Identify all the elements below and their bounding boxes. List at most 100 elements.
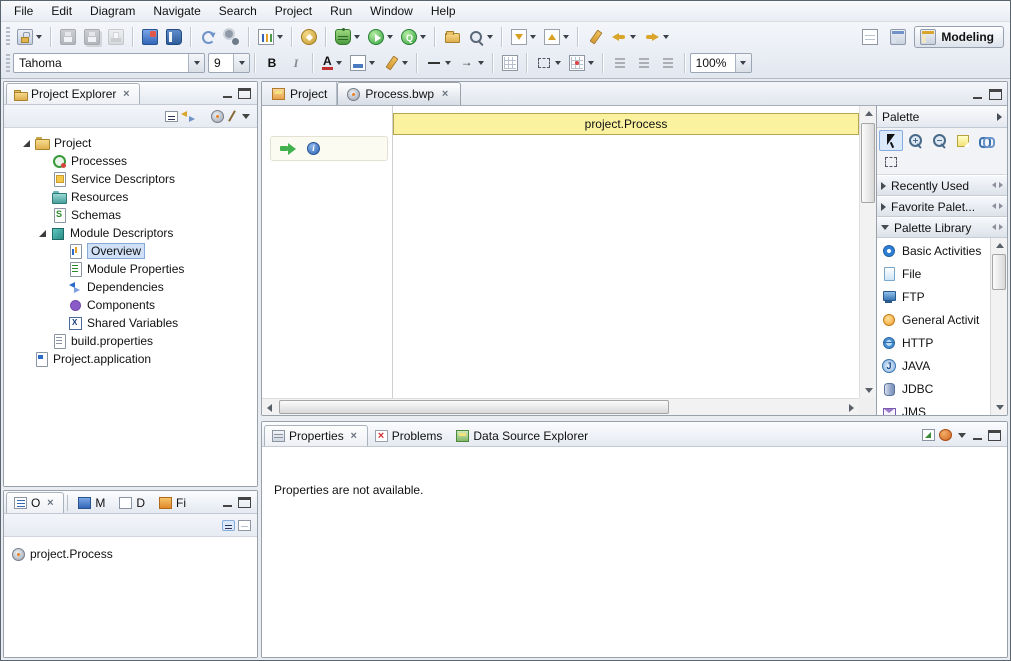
pin-icon[interactable] [227, 110, 237, 123]
save-all-button[interactable] [80, 25, 104, 49]
import-button[interactable] [162, 25, 186, 49]
tree-item-project[interactable]: Project [4, 134, 257, 152]
zoom-in-tool[interactable] [903, 130, 927, 151]
pin-section-icon[interactable] [992, 223, 1003, 232]
minimize-icon[interactable] [221, 497, 234, 508]
view-menu-icon[interactable] [240, 111, 251, 122]
minimize-icon[interactable] [221, 88, 234, 99]
tab-process-bwp[interactable]: Process.bwp [337, 82, 461, 105]
last-edit-button[interactable] [583, 25, 607, 49]
tree-item-build-properties[interactable]: build.properties [4, 332, 257, 350]
previous-annotation-button[interactable] [540, 25, 573, 49]
toolbar-grip[interactable] [6, 54, 10, 73]
close-icon[interactable] [348, 430, 360, 442]
bold-button[interactable]: B [260, 51, 284, 75]
run-button[interactable] [364, 25, 397, 49]
menu-navigate[interactable]: Navigate [144, 2, 209, 20]
palette-item-http[interactable]: HTTP [877, 331, 990, 354]
align-center-button[interactable] [632, 51, 656, 75]
horizontal-scrollbar[interactable] [262, 398, 859, 415]
scroll-up-icon[interactable] [861, 106, 876, 121]
link-tool[interactable] [975, 130, 999, 151]
customize-button[interactable] [858, 25, 882, 49]
font-size-combo[interactable]: 9 [208, 53, 250, 73]
palette-item-jms[interactable]: JMS [877, 400, 990, 415]
view-menu-icon[interactable] [956, 430, 967, 441]
tab-data-source-explorer[interactable]: Data Source Explorer [449, 425, 595, 446]
expand-twisty-icon[interactable] [22, 139, 31, 148]
tab-m[interactable]: M [71, 492, 112, 513]
palette-item-jdbc[interactable]: JDBC [877, 377, 990, 400]
menu-diagram[interactable]: Diagram [81, 2, 144, 20]
tab-project-editor[interactable]: Project [263, 82, 337, 105]
expand-twisty-icon[interactable] [38, 229, 47, 238]
tree-item-module-descriptors[interactable]: Module Descriptors [4, 224, 257, 242]
italic-button[interactable]: I [284, 51, 308, 75]
overview-mode-icon[interactable] [238, 520, 251, 531]
open-resource-button[interactable] [440, 25, 464, 49]
minimize-icon[interactable] [971, 430, 984, 441]
palette-section-library[interactable]: Palette Library [877, 217, 1007, 238]
combo-arrow[interactable] [735, 54, 751, 72]
align-right-button[interactable] [656, 51, 680, 75]
show-grid-button[interactable] [498, 51, 522, 75]
profile-button[interactable] [397, 25, 430, 49]
pin-section-icon[interactable] [992, 202, 1003, 211]
tab-fi[interactable]: Fi [152, 492, 193, 513]
menu-run[interactable]: Run [321, 2, 361, 20]
line-color-button[interactable] [379, 51, 412, 75]
minimize-icon[interactable] [971, 89, 984, 100]
refresh-button[interactable] [196, 25, 220, 49]
tab-outline[interactable]: O [6, 492, 64, 513]
tab-d[interactable]: D [112, 492, 152, 513]
new-wizard-button[interactable] [13, 25, 46, 49]
maximize-icon[interactable] [988, 430, 1001, 441]
tree-item-shared-variables[interactable]: Shared Variables [4, 314, 257, 332]
process-canvas[interactable]: project.Process [262, 106, 876, 415]
vertical-scrollbar[interactable] [859, 106, 876, 398]
restore-view-icon[interactable] [922, 429, 935, 441]
toolbar-grip[interactable] [6, 27, 10, 46]
maximize-icon[interactable] [989, 89, 1002, 100]
combo-arrow[interactable] [188, 54, 204, 72]
close-icon[interactable] [439, 88, 451, 100]
close-icon[interactable] [120, 88, 132, 100]
tree-item-resources[interactable]: Resources [4, 188, 257, 206]
collapse-palette-icon[interactable] [997, 113, 1002, 121]
maximize-icon[interactable] [238, 497, 251, 508]
fill-color-button[interactable] [346, 51, 379, 75]
print-button[interactable] [104, 25, 128, 49]
pin-section-icon[interactable] [992, 181, 1003, 190]
process-title-bar[interactable]: project.Process [393, 113, 859, 135]
arrow-style-button[interactable] [455, 51, 488, 75]
font-color-button[interactable]: A [318, 51, 346, 75]
tree-item-schemas[interactable]: Schemas [4, 206, 257, 224]
menu-project[interactable]: Project [266, 2, 321, 20]
horizontal-scroll-thumb[interactable] [279, 400, 669, 414]
palette-scroll-thumb[interactable] [992, 254, 1006, 290]
tree-item-module-properties[interactable]: Module Properties [4, 260, 257, 278]
tree-item-dependencies[interactable]: Dependencies [4, 278, 257, 296]
focus-icon[interactable] [211, 110, 224, 123]
palette-section-recently-used[interactable]: Recently Used [877, 175, 1007, 196]
scroll-left-icon[interactable] [262, 400, 277, 415]
tree-item-overview[interactable]: Overview [4, 242, 257, 260]
search-button[interactable] [464, 25, 497, 49]
maximize-icon[interactable] [238, 88, 251, 99]
scroll-down-icon[interactable] [861, 383, 876, 398]
close-icon[interactable] [44, 497, 56, 509]
combo-arrow[interactable] [233, 54, 249, 72]
tab-problems[interactable]: Problems [368, 425, 450, 446]
save-button[interactable] [56, 25, 80, 49]
menu-help[interactable]: Help [422, 2, 465, 20]
scroll-up-icon[interactable] [992, 238, 1007, 253]
reports-button[interactable] [254, 25, 287, 49]
modeling-perspective-button[interactable]: Modeling [914, 26, 1004, 48]
tree-item-service-descriptors[interactable]: Service Descriptors [4, 170, 257, 188]
menu-window[interactable]: Window [361, 2, 422, 20]
align-left-button[interactable] [608, 51, 632, 75]
marquee-tool[interactable] [879, 151, 903, 172]
palette-section-favorite[interactable]: Favorite Palet... [877, 196, 1007, 217]
palette-item-ftp[interactable]: FTP [877, 285, 990, 308]
palette-header[interactable]: Palette [877, 106, 1007, 128]
